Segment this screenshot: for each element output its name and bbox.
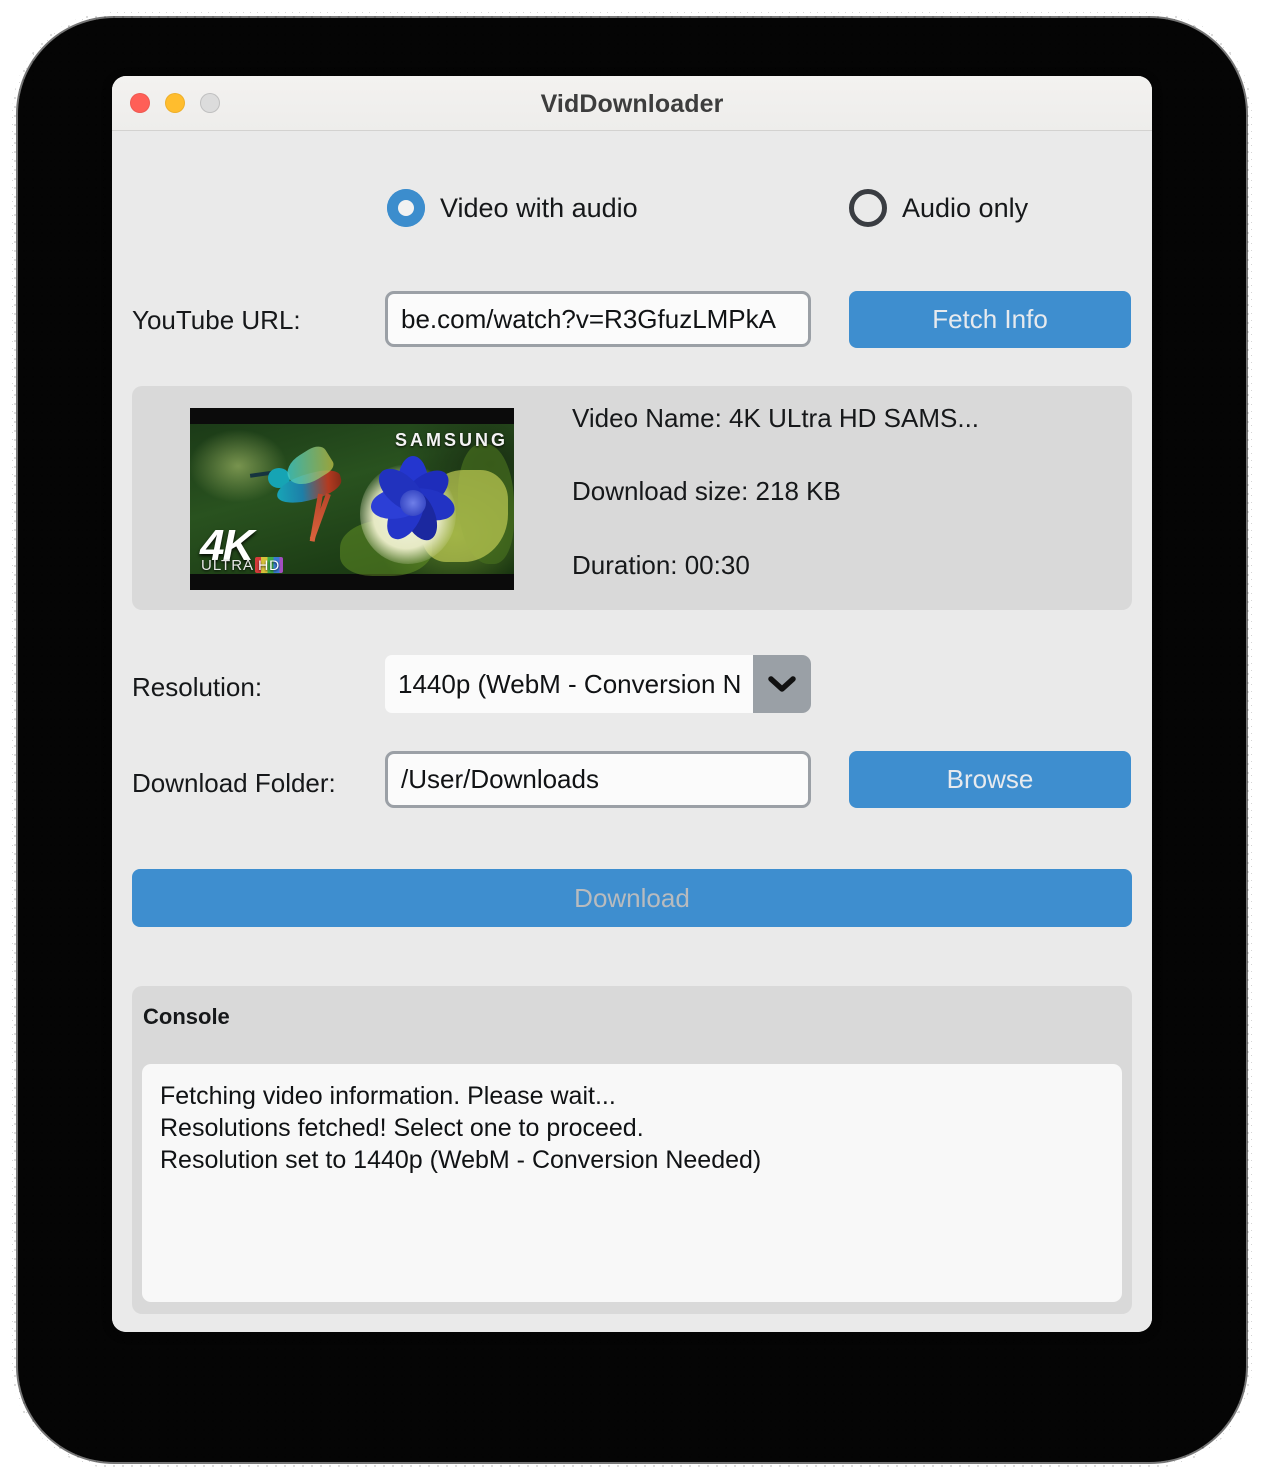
radio-label-video-with-audio: Video with audio [440, 192, 638, 223]
thumbnail-ultra-text: ULTRA [201, 557, 255, 574]
console-title: Console [143, 1004, 230, 1029]
radio-label-audio-only: Audio only [902, 192, 1029, 223]
radio-selected-icon [387, 189, 425, 227]
radio-unselected-icon [849, 189, 887, 227]
download-folder-label: Download Folder: [132, 768, 336, 798]
window-titlebar: VidDownloader [112, 76, 1152, 131]
download-size-text: Download size: 218 KB [572, 476, 841, 506]
thumbnail-brand-text: SAMSUNG [394, 430, 508, 450]
chevron-down-icon[interactable] [753, 674, 811, 694]
console-output[interactable]: Fetching video information. Please wait.… [142, 1064, 1122, 1302]
window-title: VidDownloader [540, 90, 724, 118]
download-mode-radio-group: Video with audio Audio only [112, 189, 1152, 233]
thumbnail-quality-sub: ULTRA HD [201, 557, 284, 574]
video-info-panel: SAMSUNG 4K ULTRA HD Video Name: 4K ULtra … [132, 386, 1132, 610]
thumbnail-hd-badge: HD [255, 557, 284, 573]
console-line: Fetching video information. Please wait.… [160, 1082, 616, 1110]
console-line: Resolution set to 1440p (WebM - Conversi… [160, 1146, 762, 1174]
radio-option-audio-only[interactable]: Audio only [849, 189, 1028, 227]
download-button[interactable]: Download [132, 869, 1132, 927]
thumbnail-flower-core [400, 490, 426, 516]
console-line: Resolutions fetched! Select one to proce… [160, 1114, 644, 1142]
thumbnail-blue-flower [368, 452, 460, 546]
resolution-label: Resolution: [132, 672, 263, 702]
resolution-select[interactable]: 1440p (WebM - Conversion N [385, 655, 811, 713]
video-thumbnail: SAMSUNG 4K ULTRA HD [190, 408, 514, 590]
console-panel: Console Fetching video information. Plea… [132, 986, 1132, 1314]
app-window: VidDownloader Video with audio Audio onl… [112, 76, 1152, 1332]
youtube-url-label: YouTube URL: [132, 305, 301, 335]
youtube-url-input[interactable]: be.com/watch?v=R3GfuzLMPkA [385, 291, 811, 347]
video-name-text: Video Name: 4K ULtra HD SAMS... [572, 403, 980, 433]
browse-button[interactable]: Browse [849, 751, 1131, 808]
fetch-info-button[interactable]: Fetch Info [849, 291, 1131, 348]
download-folder-input[interactable]: /User/Downloads [385, 751, 811, 808]
window-content: Video with audio Audio only YouTube URL:… [112, 131, 1152, 1332]
resolution-selected-value: 1440p (WebM - Conversion N [385, 655, 753, 713]
radio-option-video-with-audio[interactable]: Video with audio [387, 189, 638, 227]
duration-text: Duration: 00:30 [572, 550, 750, 580]
